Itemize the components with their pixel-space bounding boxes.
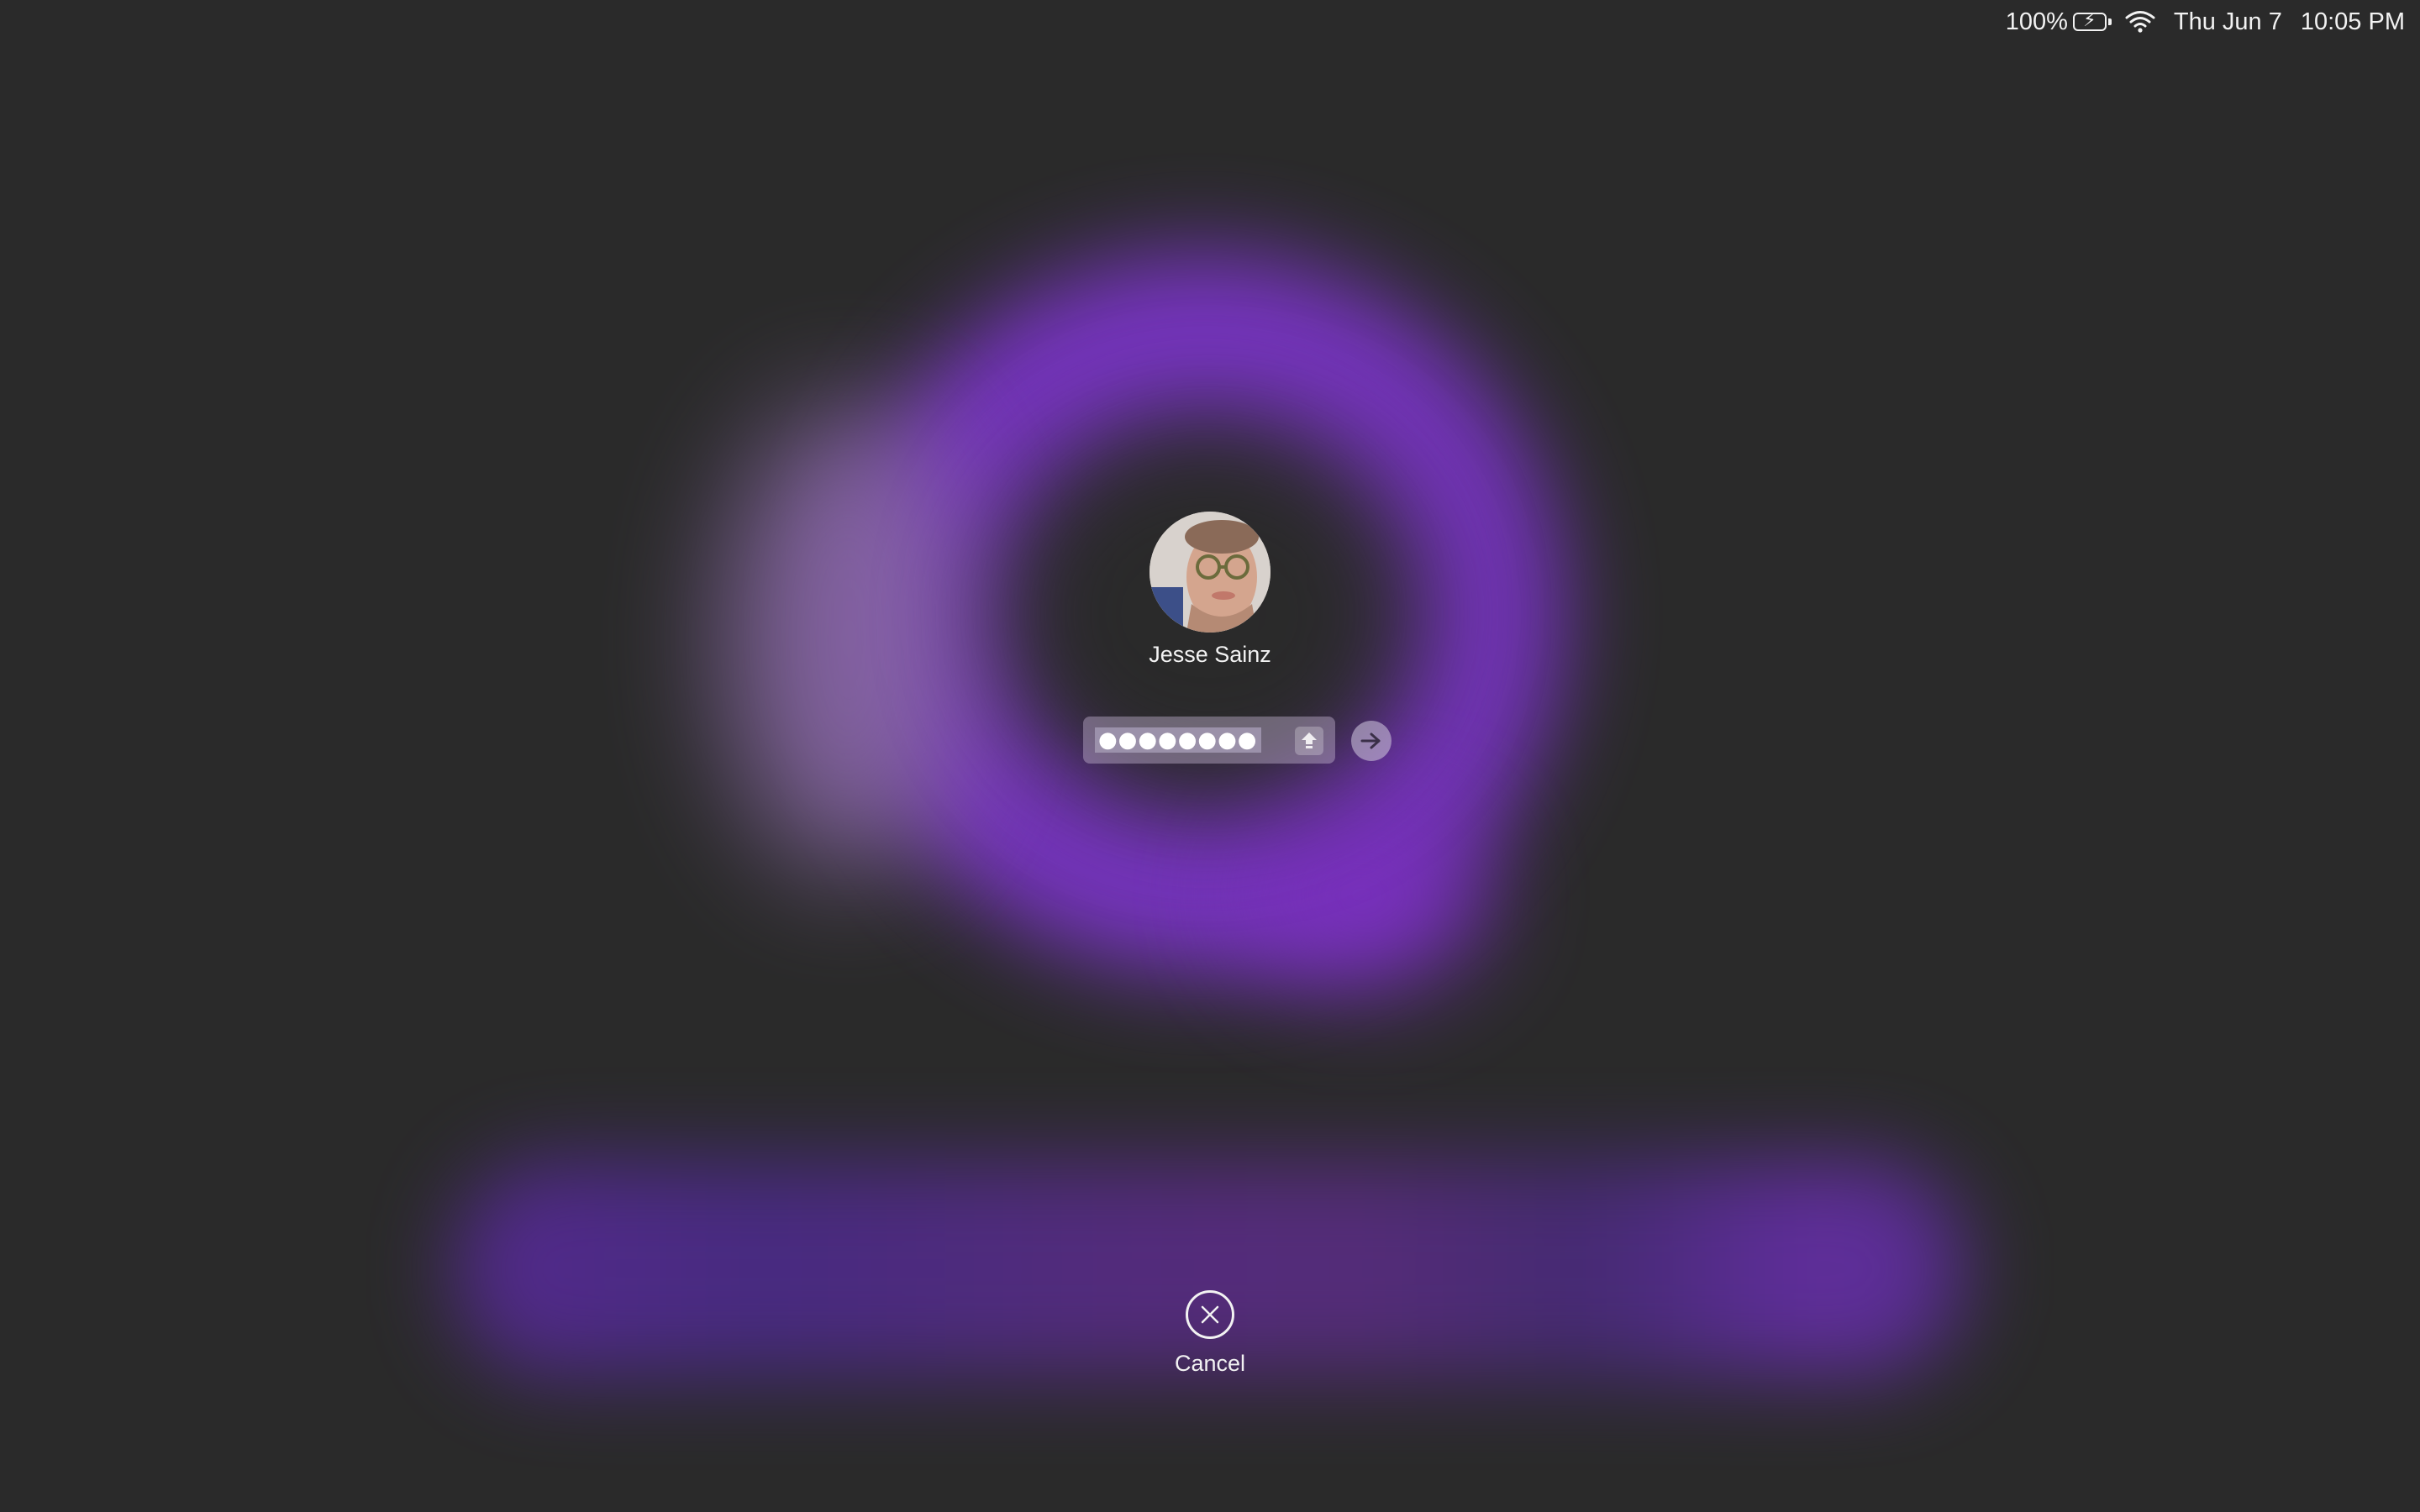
lock-screen: 100% ⚡ Thu Jun 7 10:05 PM Jesse Sainz ●●…: [0, 0, 2420, 1512]
cancel-label[interactable]: Cancel: [1126, 1351, 1294, 1377]
user-avatar[interactable]: [1150, 512, 1270, 633]
close-icon: [1201, 1305, 1219, 1324]
password-value: ●●●●●●●●: [1095, 727, 1261, 753]
caps-lock-icon: [1295, 727, 1323, 755]
login-panel: Jesse Sainz ●●●●●●●● Cancel: [0, 0, 2420, 1512]
cancel-control: Cancel: [1126, 1290, 1294, 1377]
user-name: Jesse Sainz: [1149, 642, 1271, 667]
arrow-right-icon: [1360, 732, 1381, 749]
password-field[interactable]: ●●●●●●●●: [1083, 717, 1335, 764]
cancel-button[interactable]: [1186, 1290, 1234, 1339]
submit-login-button[interactable]: [1351, 721, 1392, 761]
